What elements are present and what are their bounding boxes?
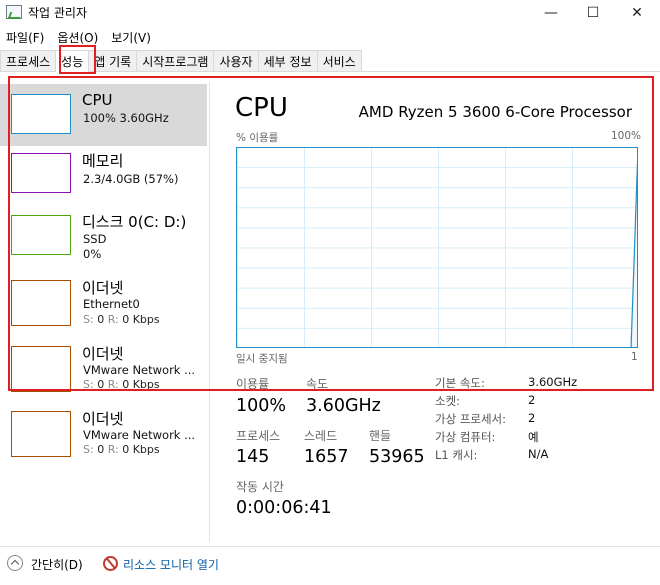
tab-details[interactable]: 세부 정보 <box>257 50 318 71</box>
sidebar-item-detail: Ethernet0 <box>83 297 140 311</box>
sidebar-item-label: CPU <box>82 91 113 109</box>
base-speed-label: 기본 속도: <box>435 376 485 390</box>
graph-y-max: 100% <box>611 130 642 142</box>
ethernet-thumbnail <box>11 280 71 326</box>
sidebar-item-detail: SSD <box>83 232 107 246</box>
title-bar: 작업 관리자 — ☐ ✕ <box>0 0 660 26</box>
tab-users[interactable]: 사용자 <box>213 50 259 71</box>
speed-label: 속도 <box>306 377 329 391</box>
graph-y-label: % 이용률 <box>236 132 279 144</box>
sidebar-item-label: 이더넷 <box>82 345 124 363</box>
sidebar-item-label: 이더넷 <box>82 410 124 428</box>
ethernet-thumbnail <box>11 346 71 392</box>
menu-bar: 파일(F) 옵션(O) 보기(V) <box>0 27 158 47</box>
throughput-readout: S: 0 R: 0 Kbps <box>83 443 160 456</box>
menu-view[interactable]: 보기(V) <box>105 27 158 47</box>
virtual-machine-value: 예 <box>528 430 539 444</box>
sidebar-item-vmware1[interactable]: 이더넷 VMware Network ... S: 0 R: 0 Kbps <box>0 342 207 404</box>
uptime-value: 0:00:06:41 <box>236 498 332 518</box>
footer-divider <box>0 546 660 547</box>
tab-processes[interactable]: 프로세스 <box>0 50 57 71</box>
sidebar-item-ethernet0[interactable]: 이더넷 Ethernet0 S: 0 R: 0 Kbps <box>0 276 207 338</box>
maximize-button[interactable]: ☐ <box>570 0 616 26</box>
sidebar-item-vmware2[interactable]: 이더넷 VMware Network ... S: 0 R: 0 Kbps <box>0 407 207 469</box>
sidebar-item-detail: 0% <box>83 247 102 261</box>
speed-value: 3.60GHz <box>306 396 381 416</box>
sidebar-item-label: 이더넷 <box>82 279 124 297</box>
processes-label: 프로세스 <box>236 429 281 443</box>
task-manager-icon <box>6 5 22 19</box>
sidebar-item-detail: VMware Network ... <box>83 428 196 442</box>
utilization-value: 100% <box>236 396 287 416</box>
handles-value: 53965 <box>369 447 425 467</box>
processes-value: 145 <box>236 447 270 467</box>
resource-monitor-link[interactable]: 리소스 모니터 열기 <box>123 556 219 573</box>
tab-app-history[interactable]: 앱 기록 <box>88 50 138 71</box>
sidebar-divider <box>209 82 210 542</box>
cpu-utilization-graph <box>236 147 638 348</box>
cpu-graph-svg <box>630 159 637 347</box>
fewer-details-link[interactable]: 간단히(D) <box>31 556 83 573</box>
sidebar-item-detail: 100% 3.60GHz <box>83 111 169 125</box>
graph-x-label: 일시 중지됨 <box>236 353 288 365</box>
tab-startup[interactable]: 시작프로그램 <box>136 50 215 71</box>
menu-options[interactable]: 옵션(O) <box>51 27 105 47</box>
ethernet-thumbnail <box>11 411 71 457</box>
sockets-value: 2 <box>528 393 536 407</box>
resource-monitor-icon <box>103 556 118 571</box>
throughput-readout: S: 0 R: 0 Kbps <box>83 378 160 391</box>
utilization-label: 이용률 <box>236 377 270 391</box>
threads-label: 스레드 <box>304 429 338 443</box>
utilization-line <box>630 159 637 347</box>
handles-label: 핸들 <box>369 429 392 443</box>
memory-thumbnail <box>11 153 71 193</box>
disk-thumbnail <box>11 215 71 255</box>
sidebar-item-cpu[interactable]: CPU 100% 3.60GHz <box>0 84 207 146</box>
window-title: 작업 관리자 <box>28 6 88 20</box>
sidebar-item-label: 메모리 <box>82 152 124 170</box>
throughput-readout: S: 0 R: 0 Kbps <box>83 313 160 326</box>
virtual-processors-value: 2 <box>528 411 536 425</box>
utilization-fill <box>631 176 637 347</box>
menu-file[interactable]: 파일(F) <box>0 27 51 47</box>
graph-x-min: 1 <box>631 351 638 363</box>
uptime-label: 작동 시간 <box>236 480 284 494</box>
sidebar-item-disk[interactable]: 디스크 0(C: D:) SSD 0% <box>0 210 207 272</box>
l1-cache-label: L1 캐시: <box>435 448 478 462</box>
cpu-thumbnail <box>11 94 71 134</box>
chevron-up-icon[interactable] <box>7 555 23 571</box>
minimize-button[interactable]: — <box>528 0 574 26</box>
sidebar-item-detail: 2.3/4.0GB (57%) <box>83 172 179 186</box>
threads-value: 1657 <box>304 447 349 467</box>
sockets-label: 소켓: <box>435 394 461 408</box>
sidebar-item-label: 디스크 0(C: D:) <box>82 213 187 231</box>
tab-bar: 프로세스 성능 앱 기록 시작프로그램 사용자 세부 정보 서비스 <box>0 50 660 72</box>
processor-name: AMD Ryzen 5 3600 6-Core Processor <box>358 103 632 121</box>
tab-services[interactable]: 서비스 <box>316 50 362 71</box>
virtual-processors-label: 가상 프로세서: <box>435 412 507 426</box>
tab-performance[interactable]: 성능 <box>55 50 90 72</box>
virtual-machine-label: 가상 컴퓨터: <box>435 430 496 444</box>
page-title: CPU <box>235 93 288 123</box>
sidebar-item-detail: VMware Network ... <box>83 363 196 377</box>
sidebar-item-memory[interactable]: 메모리 2.3/4.0GB (57%) <box>0 148 207 210</box>
close-button[interactable]: ✕ <box>614 0 660 26</box>
l1-cache-value: N/A <box>528 447 549 461</box>
base-speed-value: 3.60GHz <box>528 375 578 389</box>
